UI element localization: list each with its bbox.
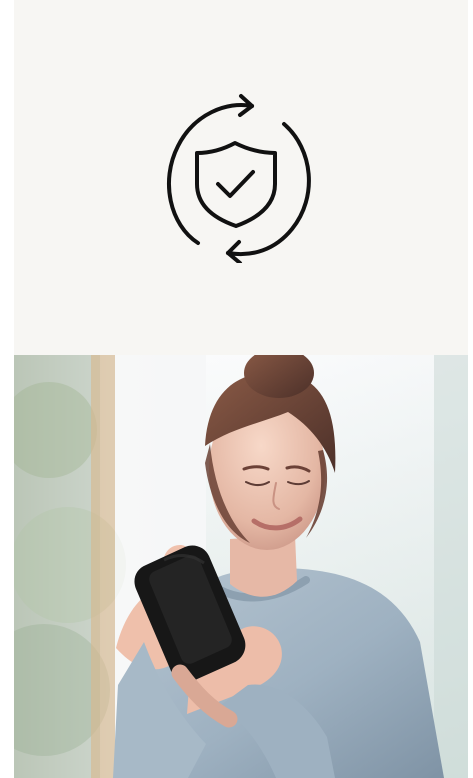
promo-visual [0,0,473,778]
security-icon-card [14,0,468,355]
shield-check-sync-icon [166,93,316,263]
woman-using-phone-photo [14,355,468,778]
